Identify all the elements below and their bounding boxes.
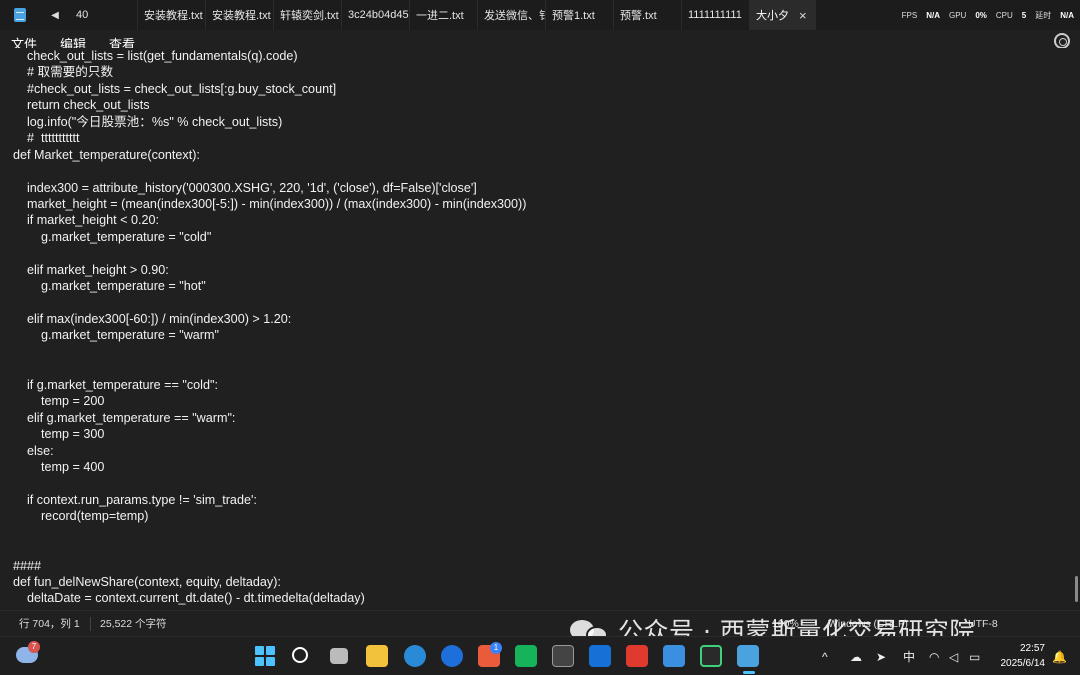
code-line[interactable]	[13, 344, 1074, 360]
tab-close-icon[interactable]: ×	[799, 8, 807, 23]
screen-app-icon[interactable]	[700, 645, 722, 667]
gpu-value: 0%	[975, 10, 987, 20]
fps-value: N/A	[926, 10, 940, 20]
code-line[interactable]: g.market_temperature = "cold"	[13, 229, 1074, 245]
battery-icon[interactable]: ▭	[969, 637, 980, 675]
code-line[interactable]: log.info("今日股票池：%s" % check_out_lists)	[13, 114, 1074, 130]
file-explorer-icon[interactable]	[366, 645, 388, 667]
code-line[interactable]: ####	[13, 558, 1074, 574]
tab-ones[interactable]: 1111111111	[682, 0, 750, 30]
code-line[interactable]: #check_out_lists = check_out_lists[:g.bu…	[13, 81, 1074, 97]
tab-install-guide-2[interactable]: 安装教程.txt	[206, 0, 274, 30]
code-line[interactable]: g.market_temperature = "warm"	[13, 327, 1074, 343]
code-line[interactable]: g.market_temperature = "hot"	[13, 278, 1074, 294]
store-badge: 1	[490, 642, 502, 654]
code-line[interactable]: if context.run_params.type != 'sim_trade…	[13, 492, 1074, 508]
code-line[interactable]: check_out_lists = list(get_fundamentals(…	[13, 48, 1074, 64]
code-line[interactable]: # ttttttttttt	[13, 130, 1074, 146]
remote-app-icon[interactable]	[663, 645, 685, 667]
vertical-scrollbar[interactable]	[1074, 56, 1080, 610]
settings-gear-icon[interactable]	[1054, 33, 1070, 49]
volume-icon[interactable]: ◁	[949, 637, 958, 675]
code-content[interactable]: check_out_lists = list(get_fundamentals(…	[0, 48, 1074, 607]
wifi-icon[interactable]: ◠	[929, 637, 939, 675]
code-line[interactable]	[13, 360, 1074, 376]
scrollbar-thumb[interactable]	[1075, 576, 1078, 602]
code-line[interactable]	[13, 245, 1074, 261]
weather-badge: 7	[28, 641, 40, 653]
code-line[interactable]: if market_height < 0.20:	[13, 212, 1074, 228]
code-line[interactable]: def fun_delNewShare(context, equity, del…	[13, 574, 1074, 590]
code-line[interactable]: temp = 200	[13, 393, 1074, 409]
cpu-value: 5	[1021, 10, 1027, 20]
code-line[interactable]: elif max(index300[-60:]) / min(index300)…	[13, 311, 1074, 327]
tab-yijiner[interactable]: 一进二.txt	[410, 0, 478, 30]
tab-alert1[interactable]: 预警1.txt	[546, 0, 614, 30]
code-line[interactable]: elif g.market_temperature == "warm":	[13, 410, 1074, 426]
wechat-app-icon[interactable]	[515, 645, 537, 667]
code-line[interactable]: temp = 400	[13, 459, 1074, 475]
code-line[interactable]	[13, 295, 1074, 311]
code-line[interactable]: market_height = (mean(index300[-5:]) - m…	[13, 196, 1074, 212]
code-line[interactable]	[13, 163, 1074, 179]
gpu-label: GPU	[948, 10, 967, 20]
performance-overlay: FPS N/A GPU 0% CPU 5 延时 N/A	[901, 0, 1080, 30]
tab-active-label: 大小夕	[756, 10, 789, 22]
taskbar: 7 1 ^ ☁ ➤ 中 ◠ ◁ ▭ 22:57 2025/6/14 🔔	[0, 636, 1080, 675]
code-line[interactable]	[13, 475, 1074, 491]
tab-scroll-left-button[interactable]: ◀	[40, 10, 70, 21]
code-line[interactable]: index300 = attribute_history('000300.XSH…	[13, 180, 1074, 196]
cube-app-icon[interactable]	[552, 645, 574, 667]
start-menu-icon[interactable]	[254, 645, 276, 667]
tab-install-guide-1[interactable]: 安装教程.txt	[138, 0, 206, 30]
location-icon[interactable]: ➤	[876, 637, 886, 675]
tab-active[interactable]: 大小夕 ×	[750, 0, 816, 30]
code-line[interactable]	[13, 541, 1074, 557]
outlook-icon[interactable]	[589, 645, 611, 667]
latency-label: 延时	[1035, 10, 1052, 20]
edge-ai-browser-icon[interactable]	[441, 645, 463, 667]
code-line[interactable]	[13, 525, 1074, 541]
clock-time: 22:57	[1019, 643, 1045, 654]
notepad-app-icon	[0, 0, 40, 30]
tab-alert[interactable]: 预警.txt	[614, 0, 682, 30]
code-line[interactable]: record(temp=temp)	[13, 508, 1074, 524]
search-icon[interactable]	[292, 647, 308, 663]
cpu-label: CPU	[995, 10, 1013, 20]
notepad-taskbar-icon[interactable]	[737, 645, 759, 667]
tab-hash-file[interactable]: 3c24b04d45	[342, 0, 410, 30]
fps-label: FPS	[901, 10, 918, 20]
code-line[interactable]: # 取需要的只数	[13, 64, 1074, 80]
code-line[interactable]: def Market_temperature(context):	[13, 147, 1074, 163]
code-line[interactable]: temp = 300	[13, 426, 1074, 442]
latency-value: N/A	[1060, 10, 1074, 20]
tab-40[interactable]: 40	[70, 0, 138, 30]
code-line[interactable]: deltaDate = context.current_dt.date() - …	[13, 590, 1074, 606]
ime-indicator[interactable]: 中	[903, 637, 915, 675]
character-count: 25,522 个字符	[100, 618, 167, 630]
code-line[interactable]: elif market_height > 0.90:	[13, 262, 1074, 278]
code-line[interactable]: return check_out_lists	[13, 97, 1074, 113]
cursor-position: 行 704，列 1	[19, 618, 80, 630]
text-editor[interactable]: check_out_lists = list(get_fundamentals(…	[0, 48, 1074, 610]
code-line[interactable]: if g.market_temperature == "cold":	[13, 377, 1074, 393]
edge-browser-icon[interactable]	[404, 645, 426, 667]
tab-xuanyuan[interactable]: 轩辕奕剑.txt	[274, 0, 342, 30]
cloud-offline-icon[interactable]: ☁	[850, 637, 862, 675]
tab-send-wechat[interactable]: 发送微信、钅	[478, 0, 546, 30]
code-line[interactable]: else:	[13, 443, 1074, 459]
clock-date: 2025/6/14	[1000, 658, 1046, 669]
tray-overflow-chevron-icon[interactable]: ^	[822, 637, 828, 675]
clock[interactable]: 22:57 2025/6/14	[993, 641, 1046, 671]
notification-bell-icon[interactable]: 🔔	[1052, 637, 1067, 675]
wps-office-icon[interactable]	[626, 645, 648, 667]
task-view-icon[interactable]	[330, 648, 348, 664]
active-app-indicator	[743, 671, 755, 674]
